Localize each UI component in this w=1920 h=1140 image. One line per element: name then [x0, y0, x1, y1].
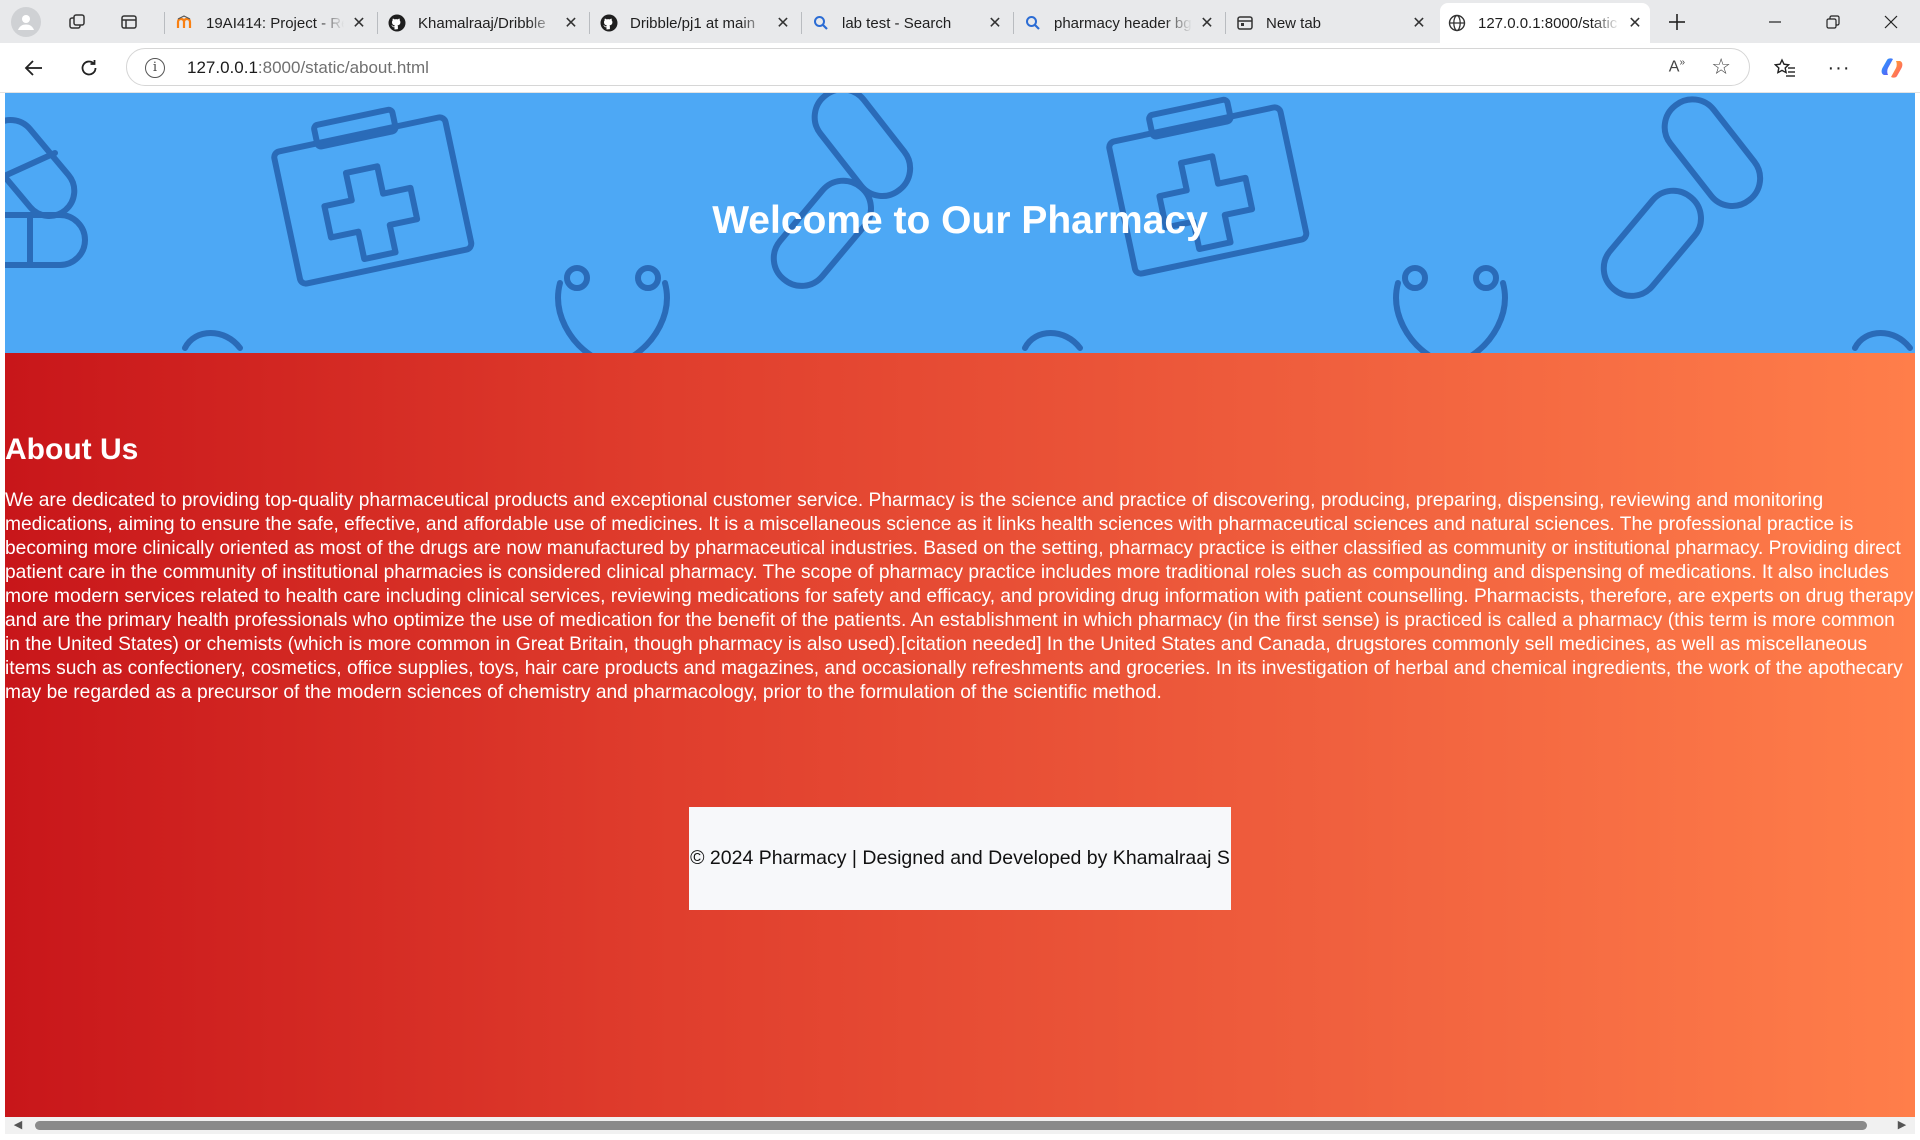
close-icon[interactable]: ✕ — [776, 13, 790, 33]
person-icon — [18, 15, 34, 30]
copilot-button[interactable] — [1877, 53, 1907, 83]
profile-avatar[interactable] — [11, 7, 41, 37]
workspaces-icon[interactable] — [62, 7, 92, 37]
copilot-icon — [1881, 58, 1903, 78]
tab-new-tab[interactable]: New tab ✕ — [1228, 6, 1434, 40]
tab-pharmacy-header-search[interactable]: pharmacy header bg ✕ — [1016, 6, 1222, 40]
stethoscope-icon — [555, 265, 670, 353]
horizontal-scrollbar[interactable]: ◀ ▶ — [5, 1117, 1915, 1134]
read-aloud-icon[interactable]: A» — [1669, 57, 1685, 76]
back-arrow-icon — [24, 60, 42, 76]
tab-separator — [164, 12, 165, 34]
moodle-icon — [176, 14, 194, 32]
plus-icon — [1669, 14, 1685, 30]
url-text[interactable]: 127.0.0.1:8000/static/about.html — [187, 58, 429, 78]
favorites-button[interactable] — [1770, 53, 1800, 83]
tab-title: Khamalraaj/Dribble — [418, 14, 546, 32]
tab-title: lab test - Search — [842, 14, 952, 32]
scroll-left-icon[interactable]: ◀ — [11, 1119, 25, 1132]
about-paragraph: We are dedicated to providing top-qualit… — [5, 490, 1914, 703]
globe-icon — [1448, 14, 1466, 32]
tab-project[interactable]: 19AI414: Project - Re ✕ — [168, 6, 374, 40]
page-footer: © 2024 Pharmacy | Designed and Developed… — [689, 807, 1231, 910]
refresh-button[interactable] — [74, 53, 104, 83]
address-bar[interactable]: i 127.0.0.1:8000/static/about.html A» ☆ — [126, 48, 1750, 86]
page-viewport: Welcome to Our Pharmacy About Us We are … — [5, 93, 1915, 1117]
hero-title: Welcome to Our Pharmacy — [712, 199, 1208, 242]
tab-title: pharmacy header bg — [1054, 14, 1192, 32]
first-aid-kit-icon — [1106, 96, 1310, 277]
close-icon[interactable]: ✕ — [1200, 13, 1214, 33]
tube-icon — [182, 330, 243, 351]
close-window-button[interactable] — [1862, 0, 1920, 43]
footer-text: © 2024 Pharmacy | Designed and Developed… — [690, 847, 1230, 869]
tab-github-dribble[interactable]: Khamalraaj/Dribble ✕ — [380, 6, 586, 40]
url-path: :8000/static/about.html — [257, 58, 429, 77]
tab-active-about[interactable]: 127.0.0.1:8000/static ✕ — [1440, 3, 1650, 43]
newtab-icon — [1236, 14, 1254, 32]
tab-separator — [1013, 12, 1014, 34]
first-aid-kit-icon — [271, 106, 475, 287]
refresh-icon — [81, 60, 97, 76]
tab-title: 19AI414: Project - Re — [206, 14, 344, 32]
github-icon — [388, 14, 406, 32]
vertical-tabs-icon[interactable] — [114, 7, 144, 37]
site-info-icon[interactable]: i — [145, 58, 165, 78]
close-icon[interactable]: ✕ — [352, 13, 366, 33]
favorites-list-icon — [1774, 58, 1795, 77]
tab-separator — [589, 12, 590, 34]
scrollbar-thumb[interactable] — [35, 1121, 1867, 1130]
minimize-icon — [1769, 20, 1781, 23]
tab-title: 127.0.0.1:8000/static — [1478, 14, 1618, 32]
restore-icon — [1826, 14, 1840, 29]
tab-separator — [1225, 12, 1226, 34]
url-host: 127.0.0.1 — [187, 58, 258, 77]
search-icon — [1024, 14, 1042, 32]
more-options-icon[interactable]: ··· — [1824, 53, 1854, 83]
back-button[interactable] — [19, 53, 49, 83]
tab-separator — [377, 12, 378, 34]
tab-strip: 19AI414: Project - Re ✕ Khamalraaj/Dribb… — [0, 0, 1920, 43]
tab-title: New tab — [1266, 14, 1322, 32]
about-section: About Us We are dedicated to providing t… — [5, 353, 1915, 1117]
hero-header: Welcome to Our Pharmacy — [5, 93, 1915, 353]
tab-title: Dribble/pj1 at main — [630, 14, 756, 32]
stethoscope-icon — [1393, 265, 1508, 353]
search-icon — [812, 14, 830, 32]
close-icon[interactable]: ✕ — [564, 13, 578, 33]
restore-button[interactable] — [1804, 0, 1862, 43]
capsule-icon — [770, 93, 914, 289]
close-icon — [1884, 15, 1898, 28]
close-icon[interactable]: ✕ — [1412, 13, 1426, 33]
close-icon[interactable]: ✕ — [1628, 13, 1642, 33]
close-icon[interactable]: ✕ — [988, 13, 1002, 33]
tab-lab-test-search[interactable]: lab test - Search ✕ — [804, 6, 1010, 40]
navigation-bar: i 127.0.0.1:8000/static/about.html A» ☆ … — [0, 43, 1920, 93]
favorite-star-icon[interactable]: ☆ — [1711, 54, 1731, 80]
about-heading: About Us — [5, 433, 139, 466]
tube-icon — [1022, 330, 1083, 351]
tab-separator — [801, 12, 802, 34]
scroll-right-icon[interactable]: ▶ — [1895, 1119, 1909, 1132]
minimize-button[interactable] — [1746, 0, 1804, 43]
tab-github-pj1[interactable]: Dribble/pj1 at main ✕ — [592, 6, 798, 40]
new-tab-button[interactable] — [1662, 7, 1692, 37]
tube-icon — [1852, 330, 1913, 351]
github-icon — [600, 14, 618, 32]
